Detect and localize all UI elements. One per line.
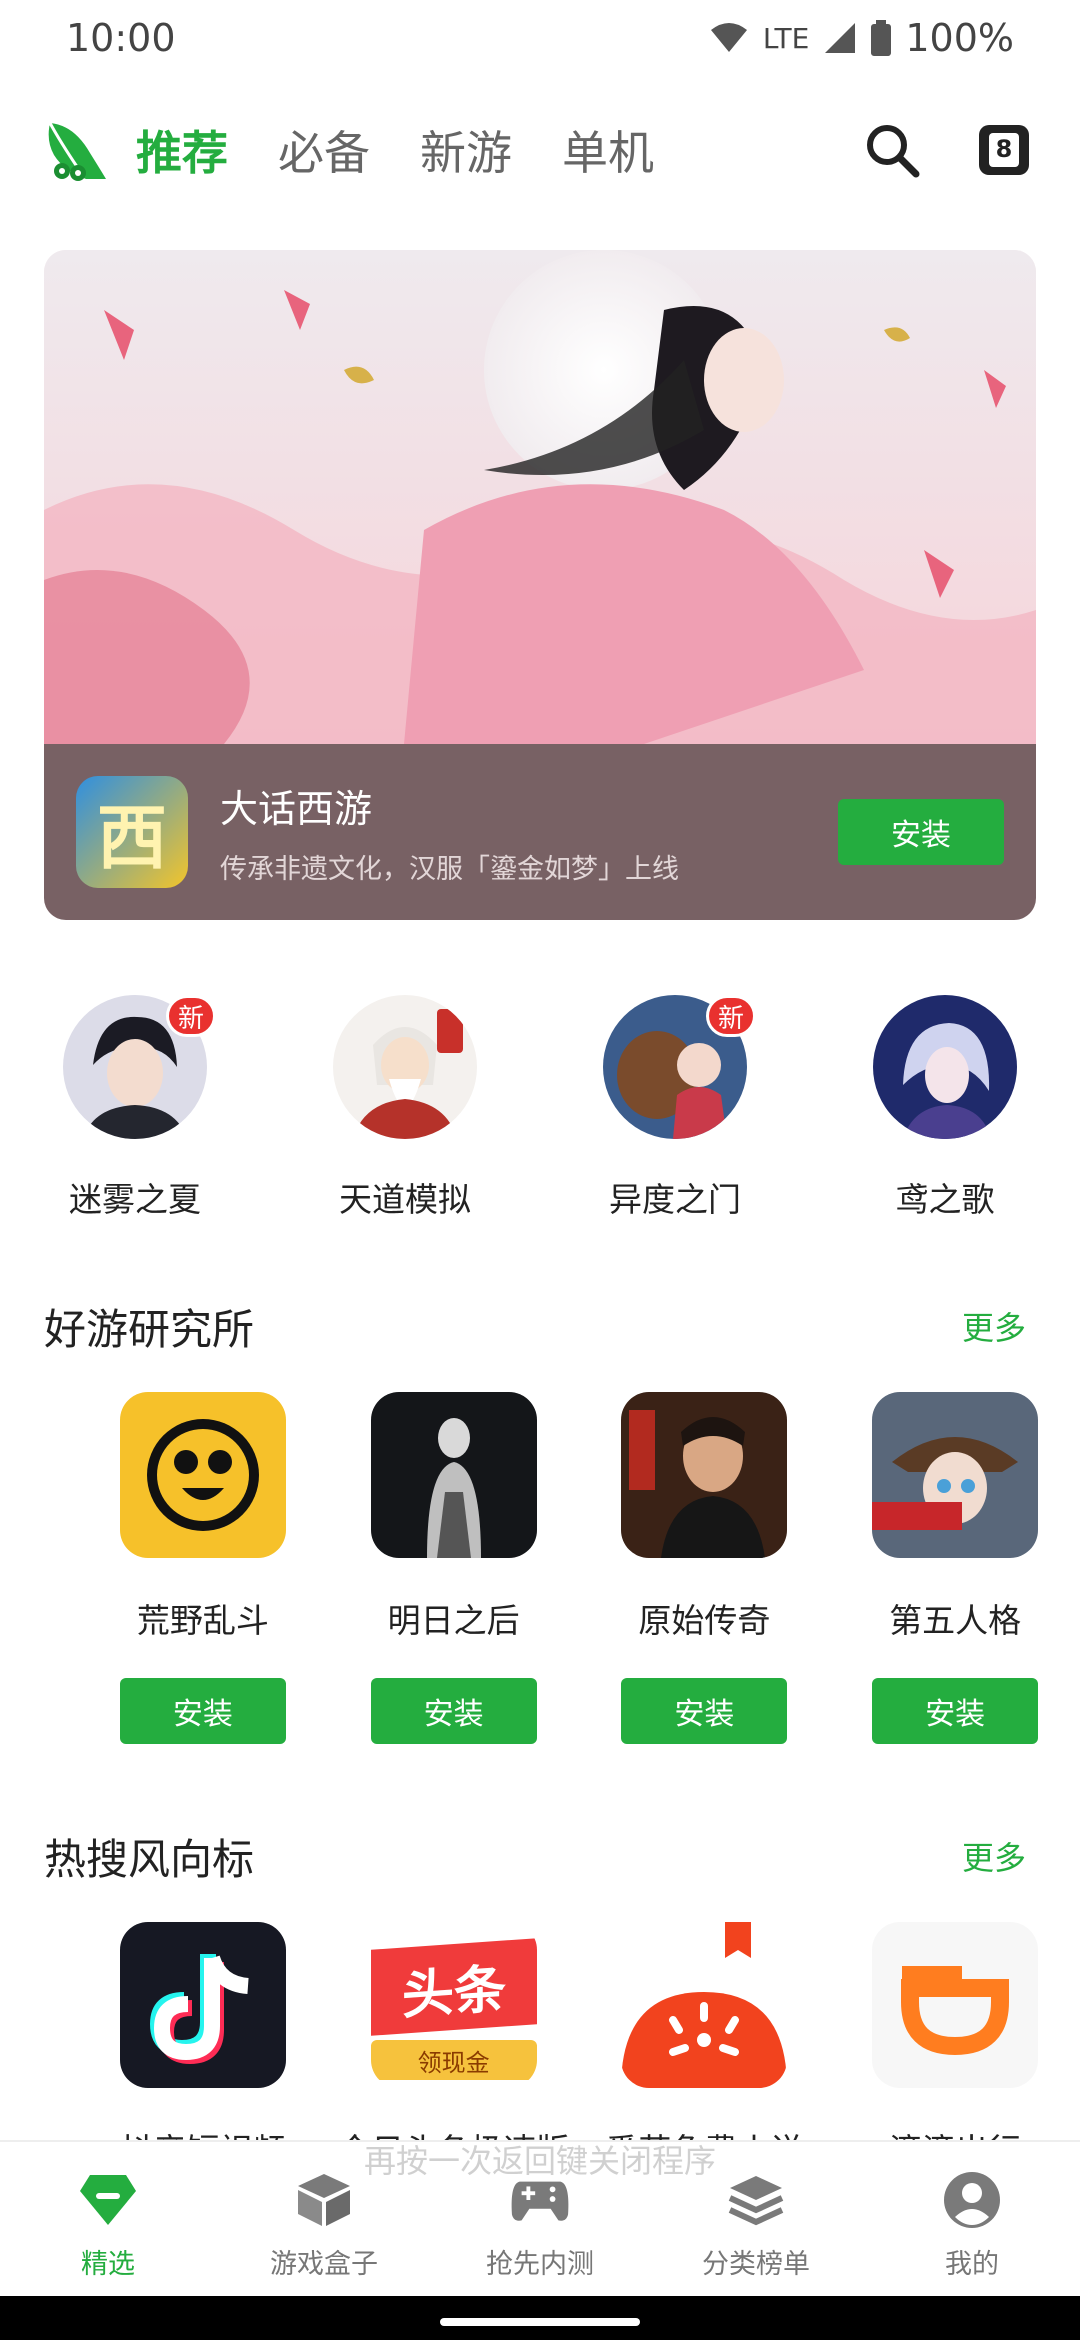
more-link[interactable]: 更多 — [962, 1833, 1026, 1879]
circle-game-item[interactable]: 天道模拟 — [270, 995, 540, 1225]
network-type: LTE — [762, 21, 810, 55]
app-item[interactable]: 头条 领现金 今日头条极速版 — [328, 1922, 580, 2172]
peapod-logo-icon — [48, 122, 106, 181]
featured-banner[interactable]: 西 大话西游 传承非遗文化，汉服「鎏金如梦」上线 安装 — [44, 250, 1036, 920]
battery-icon — [871, 20, 892, 56]
toutiao-icon-text: 头条 — [401, 1958, 506, 2027]
bottom-tab-label: 抢先内测 — [486, 2249, 594, 2280]
download-manager-button[interactable]: 8 — [972, 118, 1036, 182]
tab-essential[interactable]: 必备 — [278, 117, 370, 183]
tab-single-player[interactable]: 单机 — [562, 117, 654, 183]
app-item[interactable]: 原始传奇 安装 — [579, 1392, 831, 1744]
toutiao-icon-sub: 领现金 — [417, 2048, 490, 2077]
status-time: 10:00 — [66, 16, 176, 60]
app-name: 原始传奇 — [638, 1601, 771, 1640]
bottom-tab-label: 分类榜单 — [702, 2249, 810, 2280]
section-title: 热搜风向标 — [44, 1834, 255, 1884]
new-badge: 新 — [166, 995, 216, 1037]
new-games-circle-row: 新 迷雾之夏 天道模拟 新 异度之门 鸢之歌 — [0, 995, 1080, 1225]
app-icon-glyph: 西 — [97, 796, 167, 879]
search-button[interactable] — [860, 118, 924, 182]
circle-game-item[interactable]: 鸢之歌 — [810, 995, 1080, 1225]
trending-app-row: 抖音短视频 头条 领现金 今日头条极速版 番茄免费小说 滴滴出行 — [0, 1922, 1080, 2172]
section-header-trending: 热搜风向标 更多 — [44, 1826, 1036, 1886]
home-gesture-bar[interactable] — [440, 2318, 640, 2326]
banner-app-subtitle: 传承非遗文化，汉服「鎏金如梦」上线 — [220, 854, 679, 885]
app-item[interactable]: 第五人格 安装 — [829, 1392, 1080, 1744]
didi-icon — [872, 1922, 1039, 2088]
game-avatar — [873, 995, 1017, 1139]
lifeafter-icon — [370, 1392, 537, 1558]
banner-app-title: 大话西游 — [220, 787, 373, 831]
cellular-signal-icon — [825, 23, 856, 53]
app-item[interactable]: 荒野乱斗 安装 — [77, 1392, 329, 1744]
circle-game-label: 异度之门 — [609, 1180, 741, 1219]
circle-game-item[interactable]: 新 异度之门 — [540, 995, 810, 1225]
primitive-legend-icon — [621, 1392, 788, 1558]
tab-recommend[interactable]: 推荐 — [136, 117, 228, 183]
gamepad-icon — [511, 2181, 569, 2221]
status-bar: 10:00 LTE 100% — [0, 0, 1080, 76]
circle-game-label: 天道模拟 — [339, 1180, 471, 1219]
app-item[interactable]: 番茄免费小说 — [579, 1922, 831, 2172]
tab-new-games[interactable]: 新游 — [420, 117, 512, 183]
install-button[interactable]: 安装 — [872, 1678, 1039, 1744]
install-button[interactable]: 安装 — [119, 1678, 286, 1744]
banner-artwork — [44, 250, 1036, 744]
circle-game-label: 迷雾之夏 — [69, 1180, 201, 1219]
tomato-novel-icon — [621, 1922, 788, 2088]
circle-game-item[interactable]: 新 迷雾之夏 — [0, 995, 270, 1225]
banner-install-button[interactable]: 安装 — [838, 799, 1004, 865]
research-app-row: 荒野乱斗 安装 明日之后 安装 原始传奇 安装 第五人格 安装 — [0, 1392, 1080, 1744]
bottom-tab-label: 游戏盒子 — [270, 2249, 378, 2280]
circle-game-label: 鸢之歌 — [895, 1180, 995, 1219]
section-header-research: 好游研究所 更多 — [44, 1296, 1036, 1356]
install-button[interactable]: 安装 — [370, 1678, 537, 1744]
download-count-badge: 8 — [995, 135, 1013, 163]
identity-v-icon — [872, 1392, 1039, 1558]
dahua-xiyou-app-icon: 西 — [76, 776, 188, 888]
bottom-tab-label: 我的 — [945, 2249, 999, 2280]
toast-message: 再按一次返回键关闭程序 — [363, 2142, 716, 2180]
app-name: 荒野乱斗 — [136, 1601, 269, 1640]
battery-percent: 100% — [905, 16, 1014, 60]
bottom-tab-label: 精选 — [81, 2249, 135, 2280]
more-link[interactable]: 更多 — [962, 1303, 1026, 1349]
toutiao-lite-icon: 头条 领现金 — [370, 1922, 537, 2088]
brawl-stars-icon — [119, 1392, 286, 1558]
app-item[interactable]: 滴滴出行 — [829, 1922, 1080, 2172]
status-icons: LTE 100% — [709, 16, 1014, 60]
app-item[interactable]: 明日之后 安装 — [328, 1392, 580, 1744]
app-name: 明日之后 — [387, 1601, 520, 1640]
section-title: 好游研究所 — [44, 1304, 255, 1354]
douyin-icon — [119, 1922, 286, 2088]
install-button[interactable]: 安装 — [621, 1678, 788, 1744]
top-nav: 推荐 必备 新游 单机 8 — [0, 100, 1080, 200]
app-item[interactable]: 抖音短视频 — [77, 1922, 329, 2172]
banner-info-bar: 西 大话西游 传承非遗文化，汉服「鎏金如梦」上线 安装 — [44, 744, 1036, 920]
app-name: 第五人格 — [889, 1601, 1022, 1640]
game-avatar — [333, 995, 477, 1139]
wifi-icon — [710, 23, 747, 52]
new-badge: 新 — [706, 995, 756, 1037]
search-icon — [867, 125, 920, 178]
